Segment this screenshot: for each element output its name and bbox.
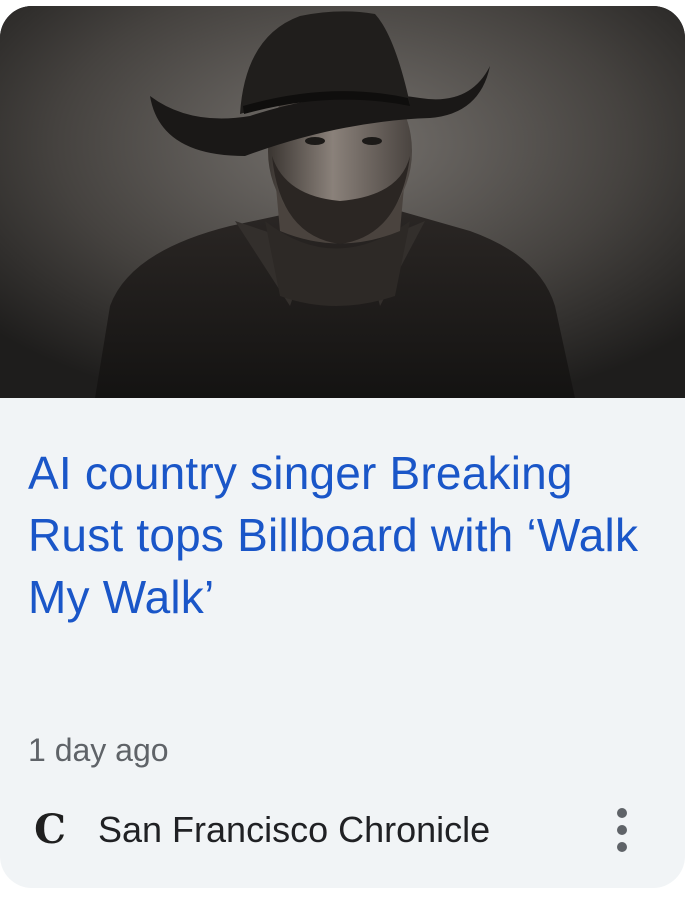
more-dot (617, 825, 627, 835)
more-dot (617, 842, 627, 852)
published-time: 1 day ago (28, 732, 169, 768)
source-row: C San Francisco Chronicle (28, 806, 658, 854)
news-card[interactable]: AI country singer Breaking Rust tops Bil… (0, 6, 685, 888)
more-dot (617, 808, 627, 818)
article-title[interactable]: AI country singer Breaking Rust tops Bil… (28, 442, 648, 628)
san-francisco-chronicle-logo-icon: C (34, 806, 66, 853)
article-thumbnail[interactable] (0, 6, 685, 398)
source-name[interactable]: San Francisco Chronicle (98, 810, 490, 850)
more-vertical-icon[interactable] (606, 806, 638, 854)
cowboy-portrait-image (0, 6, 685, 398)
